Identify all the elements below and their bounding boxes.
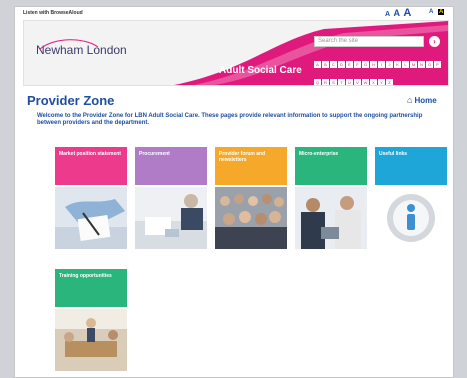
text-size-controls: A A A: [385, 7, 413, 19]
az-letter-u[interactable]: U: [346, 79, 353, 85]
az-letter-o[interactable]: O: [426, 61, 433, 68]
text-size-large[interactable]: A: [403, 7, 411, 19]
section-title: Adult Social Care: [219, 65, 302, 76]
az-letter-y[interactable]: Y: [378, 79, 385, 85]
az-letter-n[interactable]: N: [418, 61, 425, 68]
az-letter-x[interactable]: X: [370, 79, 377, 85]
newham-logo[interactable]: Newham London: [36, 39, 127, 57]
tile-micro-enterprise[interactable]: Micro-enterprise: [295, 147, 367, 185]
browsealoud-link[interactable]: Listen with BrowseAloud: [23, 10, 83, 16]
text-size-small[interactable]: A: [385, 11, 390, 18]
tile-market-position-statement[interactable]: Market position statement: [55, 147, 127, 185]
site-header: Newham London Adult Social Care Search t…: [23, 20, 449, 86]
az-letter-a[interactable]: A: [314, 61, 321, 68]
photo-writing[interactable]: [55, 187, 127, 249]
az-letter-e[interactable]: E: [346, 61, 353, 68]
az-letter-m[interactable]: M: [410, 61, 417, 68]
logo-swirl: [39, 39, 99, 50]
tile-procurement[interactable]: Procurement: [135, 147, 207, 185]
page-title: Provider Zone: [27, 93, 115, 108]
page-frame: Listen with BrowseAloud A A A A A Newham…: [14, 6, 454, 378]
az-letter-b[interactable]: B: [322, 61, 329, 68]
az-letter-t[interactable]: T: [338, 79, 345, 85]
az-letter-r[interactable]: R: [322, 79, 329, 85]
photo-training[interactable]: [55, 309, 127, 371]
photo-procurement[interactable]: [135, 187, 207, 249]
photo-useful-links[interactable]: [375, 187, 447, 249]
az-letter-c[interactable]: C: [330, 61, 337, 68]
home-icon: ⌂: [407, 95, 413, 105]
az-letter-s[interactable]: S: [330, 79, 337, 85]
intro-text: Welcome to the Provider Zone for LBN Adu…: [37, 113, 423, 126]
az-letter-g[interactable]: G: [362, 61, 369, 68]
text-size-medium[interactable]: A: [393, 8, 400, 18]
accessibility-bar: Listen with BrowseAloud A A A A A: [15, 7, 453, 19]
az-letter-f[interactable]: F: [354, 61, 361, 68]
az-letter-i[interactable]: I: [378, 61, 385, 68]
contrast-normal[interactable]: A: [429, 9, 433, 15]
tile-training-opportunities[interactable]: Training opportunities: [55, 269, 127, 307]
main-content: Provider Zone ⌂ Home Welcome to the Provi…: [23, 89, 447, 373]
search-button[interactable]: ›: [429, 36, 440, 47]
az-letter-d[interactable]: D: [338, 61, 345, 68]
az-letter-z[interactable]: Z: [386, 79, 393, 85]
search-input[interactable]: Search the site: [314, 36, 424, 47]
home-link[interactable]: ⌂ Home: [407, 95, 437, 105]
az-letter-w[interactable]: W: [362, 79, 369, 85]
photo-provider-forum[interactable]: [215, 187, 287, 249]
tile-useful-links[interactable]: Useful links: [375, 147, 447, 185]
az-letter-l[interactable]: L: [402, 61, 409, 68]
photo-micro-enterprise[interactable]: [295, 187, 367, 249]
az-letter-h[interactable]: H: [370, 61, 377, 68]
az-letter-v[interactable]: V: [354, 79, 361, 85]
az-letter-p[interactable]: P: [434, 61, 441, 68]
tile-provider-forum[interactable]: Provider forum and newsletters: [215, 147, 287, 185]
az-letter-k[interactable]: K: [394, 61, 401, 68]
az-letter-j[interactable]: J: [386, 61, 393, 68]
contrast-controls: A A: [429, 9, 445, 15]
contrast-high[interactable]: A: [438, 9, 445, 15]
a-z-index: A B C D E F G H I J K L M N O P Q R S T U V W X Y Z: [314, 53, 442, 85]
az-letter-q[interactable]: Q: [314, 79, 321, 85]
